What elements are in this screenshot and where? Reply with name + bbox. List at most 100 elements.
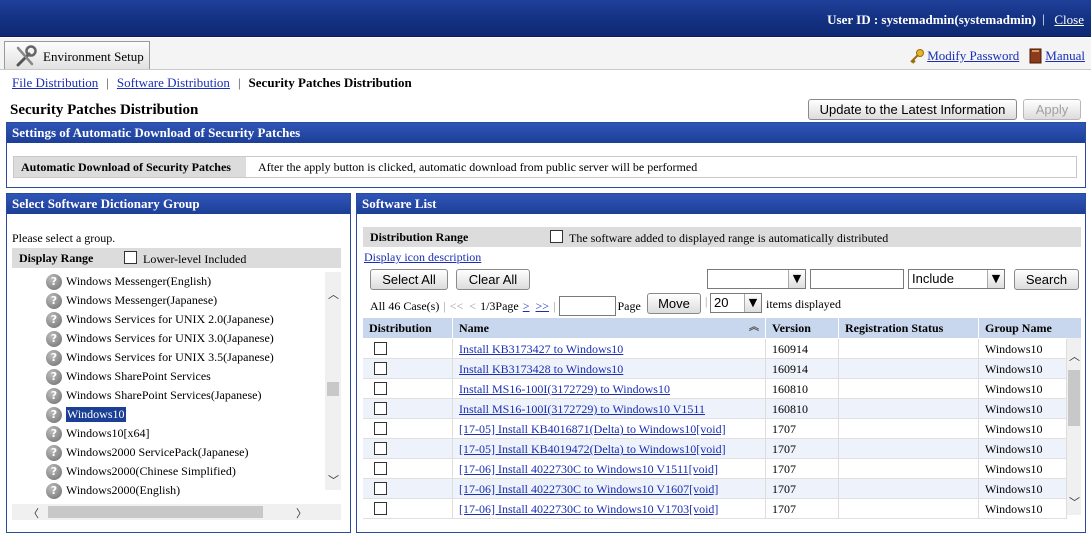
group-cell: Windows10 bbox=[979, 479, 1067, 499]
page-number-input[interactable] bbox=[559, 296, 617, 316]
software-link[interactable]: [17-06] Install 4022730C to Windows10 V1… bbox=[459, 482, 718, 496]
tree-item[interactable]: ? Windows Services for UNIX 3.0(Japanese) bbox=[46, 329, 274, 348]
distribution-checkbox[interactable] bbox=[374, 342, 387, 355]
distribution-checkbox[interactable] bbox=[374, 422, 387, 435]
scroll-thumb[interactable] bbox=[327, 382, 339, 396]
software-link[interactable]: [17-06] Install 4022730C to Windows10 V1… bbox=[459, 462, 718, 476]
name-cell: [17-05] Install KB4016871(Delta) to Wind… bbox=[453, 419, 766, 439]
col-version[interactable]: Version bbox=[766, 318, 839, 338]
manual-link[interactable]: Manual bbox=[1045, 48, 1085, 64]
table-scroll-thumb[interactable] bbox=[1068, 370, 1080, 426]
distribution-checkbox[interactable] bbox=[374, 382, 387, 395]
status-cell bbox=[839, 419, 979, 439]
scroll-down-icon[interactable]: ﹀ bbox=[328, 472, 339, 488]
distribution-checkbox[interactable] bbox=[374, 482, 387, 495]
tree-item-label: Windows Services for UNIX 3.5(Japanese) bbox=[66, 350, 274, 364]
tree-item[interactable]: ? Windows Services for UNIX 2.0(Japanese) bbox=[46, 310, 274, 329]
search-field-select[interactable]: ▼ bbox=[707, 269, 806, 289]
tree-item[interactable]: ? Windows Messenger(English) bbox=[46, 272, 211, 291]
tree-item-label: Windows2000(English) bbox=[66, 483, 181, 497]
distribution-cell bbox=[363, 499, 453, 519]
first-page-link[interactable]: << bbox=[450, 299, 464, 314]
tree-item-label: Windows SharePoint Services(Japanese) bbox=[66, 388, 262, 402]
icon-description-link[interactable]: Display icon description bbox=[364, 250, 481, 265]
software-link[interactable]: [17-05] Install KB4019472(Delta) to Wind… bbox=[459, 442, 726, 456]
tree-item[interactable]: ? Windows10[x64] bbox=[46, 424, 150, 443]
move-button[interactable]: Move bbox=[647, 293, 701, 314]
group-cell: Windows10 bbox=[979, 499, 1067, 519]
distribution-checkbox[interactable] bbox=[374, 402, 387, 415]
per-page-value: 20 bbox=[714, 295, 729, 310]
table-header: Distribution Name ︽ Version Registration… bbox=[363, 318, 1081, 338]
tree-item[interactable]: ? Windows Services for UNIX 3.5(Japanese) bbox=[46, 348, 274, 367]
col-registration-status[interactable]: Registration Status bbox=[839, 318, 979, 338]
table-row: Install KB3173427 to Windows10 160914 Wind… bbox=[363, 339, 1067, 359]
software-link[interactable]: [17-06] Install 4022730C to Windows10 V1… bbox=[459, 502, 718, 516]
auto-distribute-checkbox[interactable] bbox=[550, 230, 563, 243]
scroll-down-icon[interactable]: ﹀ bbox=[1069, 494, 1080, 510]
select-all-button[interactable]: Select All bbox=[370, 269, 448, 290]
scroll-left-icon[interactable]: 〈 bbox=[28, 505, 39, 521]
last-page-link[interactable]: >> bbox=[536, 299, 550, 314]
tree-item[interactable]: ? Windows2000 ServicePack(Japanese) bbox=[46, 443, 248, 462]
unknown-group-icon: ? bbox=[46, 368, 62, 385]
software-link[interactable]: Install MS16-100I(3172729) to Windows10 … bbox=[459, 402, 705, 416]
name-cell: Install KB3173427 to Windows10 bbox=[453, 339, 766, 359]
distribution-checkbox[interactable] bbox=[374, 362, 387, 375]
scroll-up-icon[interactable]: ︿ bbox=[1069, 348, 1080, 364]
software-link[interactable]: [17-05] Install KB4016871(Delta) to Wind… bbox=[459, 422, 726, 436]
group-cell: Windows10 bbox=[979, 419, 1067, 439]
close-link[interactable]: Close bbox=[1054, 12, 1084, 28]
distribution-cell bbox=[363, 459, 453, 479]
software-link[interactable]: Install KB3173427 to Windows10 bbox=[459, 342, 623, 356]
sort-asc-icon: ︽ bbox=[749, 322, 759, 333]
breadcrumb-software-distribution[interactable]: Software Distribution bbox=[117, 75, 230, 91]
next-page-link[interactable]: > bbox=[523, 299, 530, 314]
apply-button[interactable]: Apply bbox=[1023, 99, 1081, 120]
per-page-select[interactable]: 20 ▼ bbox=[710, 293, 762, 313]
col-distribution[interactable]: Distribution bbox=[363, 318, 453, 338]
software-panel-heading: Software List bbox=[357, 194, 1085, 214]
lower-level-checkbox[interactable] bbox=[124, 251, 137, 264]
h-scroll-thumb[interactable] bbox=[48, 506, 263, 518]
breadcrumb: File Distribution | Software Distributio… bbox=[12, 75, 412, 91]
col-group-name[interactable]: Group Name bbox=[979, 318, 1081, 338]
modify-password-link[interactable]: Modify Password bbox=[927, 48, 1019, 64]
tab-bar: Environment Setup Modify Password Manual bbox=[0, 38, 1091, 70]
distribution-cell bbox=[363, 359, 453, 379]
scroll-up-icon[interactable]: ︿ bbox=[328, 286, 339, 302]
prev-page-link[interactable]: < bbox=[469, 299, 476, 314]
unknown-group-icon: ? bbox=[46, 444, 62, 461]
update-latest-button[interactable]: Update to the Latest Information bbox=[808, 99, 1017, 120]
clear-all-button[interactable]: Clear All bbox=[456, 269, 530, 290]
software-link[interactable]: Install MS16-100I(3172729) to Windows10 bbox=[459, 382, 670, 396]
version-cell: 1707 bbox=[766, 439, 839, 459]
col-name[interactable]: Name ︽ bbox=[453, 318, 766, 338]
tree-horizontal-scrollbar[interactable]: 〈 〉 bbox=[12, 504, 341, 520]
tree-vertical-scrollbar[interactable]: ︿ ﹀ bbox=[325, 272, 341, 490]
breadcrumb-file-distribution[interactable]: File Distribution bbox=[12, 75, 98, 91]
table-row: [17-06] Install 4022730C to Windows10 V1… bbox=[363, 459, 1067, 479]
distribution-cell bbox=[363, 379, 453, 399]
table-vertical-scrollbar[interactable]: ︿ ﹀ bbox=[1067, 338, 1081, 515]
distribution-checkbox[interactable] bbox=[374, 442, 387, 455]
software-link[interactable]: Install KB3173428 to Windows10 bbox=[459, 362, 623, 376]
tree-item[interactable]: ? Windows2000(Chinese Simplified) bbox=[46, 462, 236, 481]
status-cell bbox=[839, 479, 979, 499]
tree-item[interactable]: ? Windows2000(English) bbox=[46, 481, 180, 500]
search-button[interactable]: Search bbox=[1014, 269, 1079, 290]
group-cell: Windows10 bbox=[979, 399, 1067, 419]
tree-item[interactable]: ? Windows SharePoint Services(Japanese) bbox=[46, 386, 261, 405]
match-mode-select[interactable]: Include ▼ bbox=[908, 269, 1005, 289]
status-cell bbox=[839, 359, 979, 379]
tree-item[interactable]: ? Windows SharePoint Services bbox=[46, 367, 211, 386]
tab-environment-setup[interactable]: Environment Setup bbox=[4, 41, 150, 69]
tree-item[interactable]: ? Windows10 bbox=[46, 405, 126, 424]
distribution-checkbox[interactable] bbox=[374, 502, 387, 515]
distribution-cell bbox=[363, 479, 453, 499]
table-row: [17-06] Install 4022730C to Windows10 V1… bbox=[363, 499, 1067, 519]
tree-item[interactable]: ? Windows Messenger(Japanese) bbox=[46, 291, 217, 310]
search-input[interactable] bbox=[810, 269, 904, 289]
distribution-checkbox[interactable] bbox=[374, 462, 387, 475]
scroll-right-icon[interactable]: 〉 bbox=[296, 505, 307, 521]
